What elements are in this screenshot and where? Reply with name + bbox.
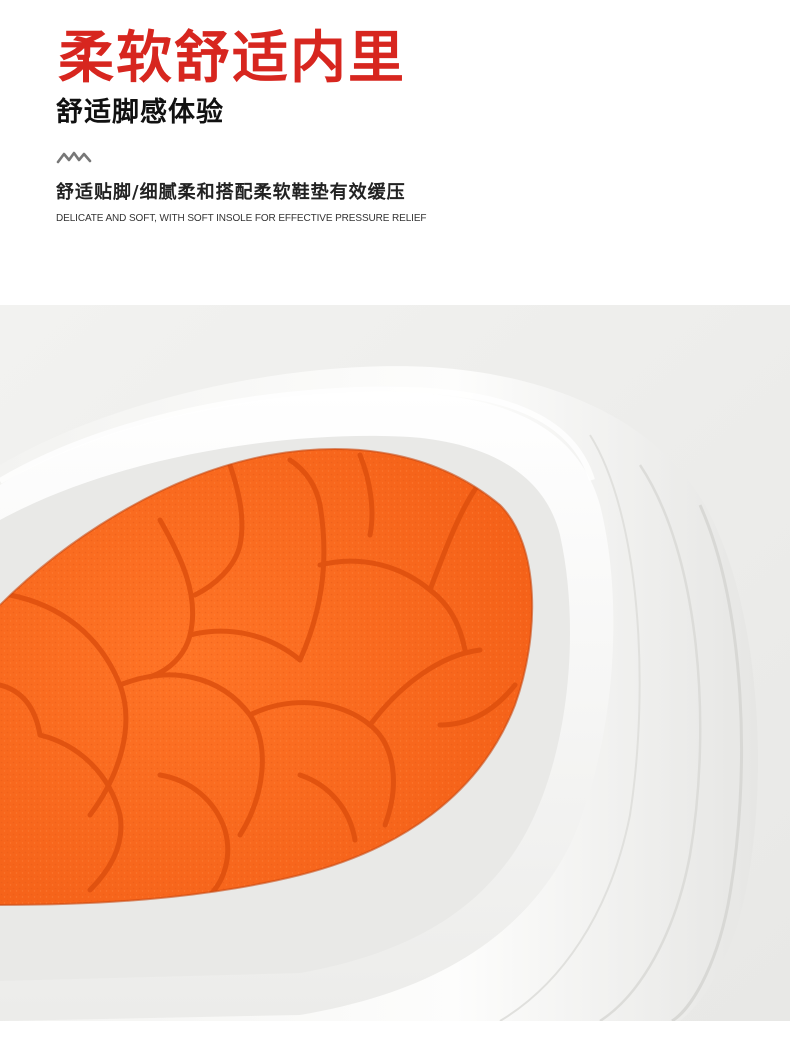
wave-icon — [56, 151, 92, 164]
header-section: 柔软舒适内里 舒适脚感体验 舒适贴脚/细腻柔和搭配柔软鞋垫有效缓压 DELICA… — [0, 0, 790, 305]
page-title: 柔软舒适内里 — [58, 26, 406, 91]
page-subtitle: 舒适脚感体验 — [56, 97, 224, 128]
shoe-insole-illustration — [0, 305, 790, 1021]
description-chinese: 舒适贴脚/细腻柔和搭配柔软鞋垫有效缓压 — [56, 182, 406, 203]
description-english: DELICATE AND SOFT, WITH SOFT INSOLE FOR … — [56, 213, 427, 224]
product-photo — [0, 305, 790, 1021]
footer-spacer — [0, 1021, 790, 1064]
